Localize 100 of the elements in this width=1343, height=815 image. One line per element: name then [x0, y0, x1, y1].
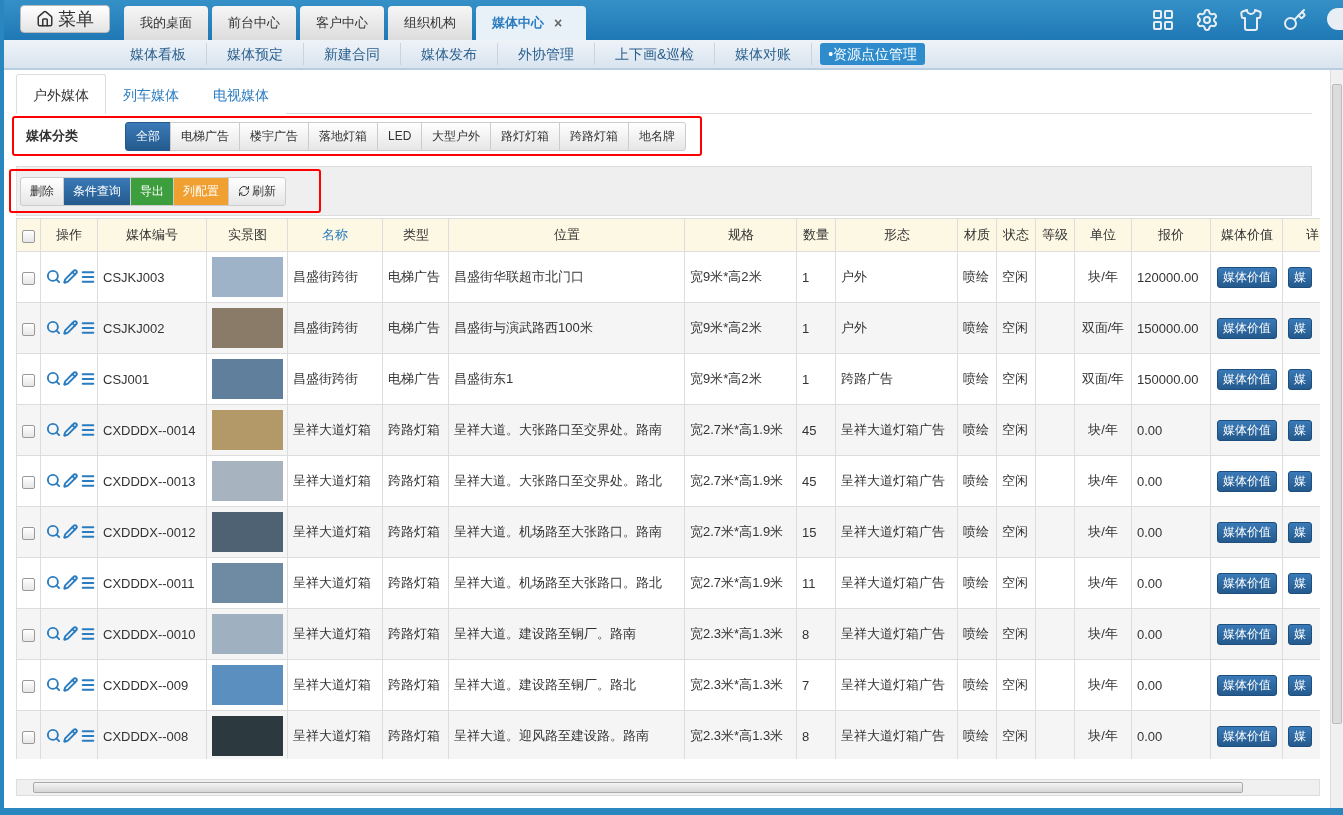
pencil-icon[interactable]: [63, 473, 78, 489]
checkbox[interactable]: [22, 730, 35, 744]
menu-button[interactable]: 菜单: [20, 5, 110, 33]
detail-button[interactable]: 媒: [1288, 623, 1312, 645]
detail-button[interactable]: 媒: [1288, 266, 1312, 288]
checkbox[interactable]: [22, 526, 35, 540]
search-icon[interactable]: [46, 677, 61, 693]
toolbar-button[interactable]: 导出: [130, 176, 174, 206]
menu-icon[interactable]: [80, 269, 96, 286]
menu-icon[interactable]: [80, 473, 96, 490]
category-button[interactable]: LED: [377, 121, 423, 151]
checkbox[interactable]: [22, 322, 35, 336]
media-value-button[interactable]: 媒体价值: [1216, 419, 1277, 441]
menu-icon[interactable]: [80, 371, 96, 388]
pencil-icon[interactable]: [63, 422, 78, 438]
menu-icon[interactable]: [80, 728, 96, 745]
sub-nav-item[interactable]: 媒体对账: [715, 43, 813, 65]
search-icon[interactable]: [46, 320, 61, 336]
toolbar-button[interactable]: 条件查询: [63, 176, 131, 206]
media-value-button[interactable]: 媒体价值: [1216, 266, 1277, 288]
sub-nav-item[interactable]: 媒体发布: [401, 43, 498, 65]
sub-nav-item[interactable]: 外协管理: [498, 43, 595, 65]
nav-tab[interactable]: 组织机构: [388, 6, 472, 40]
media-value-button[interactable]: 媒体价值: [1216, 572, 1277, 594]
pencil-icon[interactable]: [63, 269, 78, 285]
menu-icon[interactable]: [80, 320, 96, 337]
menu-icon[interactable]: [80, 524, 96, 541]
pencil-icon[interactable]: [63, 728, 78, 744]
detail-button[interactable]: 媒: [1288, 419, 1312, 441]
media-tab[interactable]: 户外媒体: [16, 74, 106, 114]
category-button[interactable]: 跨路灯箱: [559, 121, 630, 151]
nav-tab[interactable]: 前台中心: [212, 6, 296, 40]
sub-nav-item[interactable]: 新建合同: [304, 43, 401, 65]
grid-icon[interactable]: [1151, 8, 1175, 32]
checkbox[interactable]: [22, 424, 35, 438]
category-button[interactable]: 落地灯箱: [308, 121, 378, 151]
toolbar-button[interactable]: 删除: [20, 176, 64, 206]
detail-button[interactable]: 媒: [1288, 674, 1312, 696]
menu-icon[interactable]: [80, 626, 96, 643]
nav-tab[interactable]: 我的桌面: [124, 6, 208, 40]
media-value-button[interactable]: 媒体价值: [1216, 368, 1277, 390]
search-icon[interactable]: [46, 422, 61, 438]
search-icon[interactable]: [46, 728, 61, 744]
category-button[interactable]: 路灯灯箱: [490, 121, 561, 151]
detail-button[interactable]: 媒: [1288, 521, 1312, 543]
search-icon[interactable]: [46, 371, 61, 387]
checkbox[interactable]: [22, 373, 35, 387]
search-icon[interactable]: [46, 473, 61, 489]
settings-icon[interactable]: [1195, 8, 1219, 32]
detail-button[interactable]: 媒: [1288, 572, 1312, 594]
photo-placeholder: [212, 461, 283, 501]
sub-nav-item[interactable]: 媒体看板: [110, 43, 207, 65]
pencil-icon[interactable]: [63, 524, 78, 540]
checkbox[interactable]: [22, 475, 35, 489]
shirt-icon[interactable]: [1239, 8, 1263, 32]
media-value-button[interactable]: 媒体价值: [1216, 725, 1277, 747]
detail-button[interactable]: 媒: [1288, 317, 1312, 339]
menu-icon[interactable]: [80, 575, 96, 592]
sub-nav-item[interactable]: 媒体预定: [207, 43, 304, 65]
detail-button[interactable]: 媒: [1288, 368, 1312, 390]
category-button[interactable]: 地名牌: [628, 121, 687, 151]
search-icon[interactable]: [46, 575, 61, 591]
detail-button[interactable]: 媒: [1288, 725, 1312, 747]
toolbar-button[interactable]: 刷新: [228, 176, 286, 206]
sub-nav-item[interactable]: •资源点位管理: [820, 43, 926, 65]
sub-nav-item[interactable]: 上下画&巡检: [595, 43, 716, 65]
media-value-button[interactable]: 媒体价值: [1216, 623, 1277, 645]
media-value-button[interactable]: 媒体价值: [1216, 674, 1277, 696]
checkbox[interactable]: [22, 628, 35, 642]
pencil-icon[interactable]: [63, 371, 78, 387]
media-value-button[interactable]: 媒体价值: [1216, 470, 1277, 492]
category-button[interactable]: 电梯广告: [170, 121, 240, 151]
checkbox[interactable]: [22, 271, 35, 285]
media-value-button[interactable]: 媒体价值: [1216, 317, 1277, 339]
pencil-icon[interactable]: [63, 575, 78, 591]
vertical-scrollbar[interactable]: [1330, 70, 1343, 808]
detail-button[interactable]: 媒: [1288, 470, 1312, 492]
nav-tab[interactable]: 客户中心: [300, 6, 384, 40]
table-cell: CSJ001: [97, 353, 207, 405]
menu-icon[interactable]: [80, 677, 96, 694]
search-icon[interactable]: [46, 524, 61, 540]
category-button[interactable]: 全部: [125, 121, 171, 151]
checkbox[interactable]: [22, 229, 35, 243]
pencil-icon[interactable]: [63, 626, 78, 642]
category-button[interactable]: 楼宇广告: [239, 121, 309, 151]
column-header[interactable]: 名称: [287, 218, 383, 252]
media-value-button[interactable]: 媒体价值: [1216, 521, 1277, 543]
checkbox[interactable]: [22, 577, 35, 591]
table-cell: 电梯广告: [382, 251, 449, 303]
checkbox[interactable]: [22, 679, 35, 693]
key-icon[interactable]: [1283, 8, 1307, 32]
close-button[interactable]: ×: [554, 15, 563, 31]
menu-icon[interactable]: [80, 422, 96, 439]
nav-tab[interactable]: 媒体中心 ×: [476, 6, 586, 40]
horizontal-scrollbar[interactable]: [16, 779, 1320, 796]
category-button[interactable]: 大型户外: [421, 121, 492, 151]
pencil-icon[interactable]: [63, 320, 78, 336]
search-icon[interactable]: [46, 626, 61, 642]
search-icon[interactable]: [46, 269, 61, 285]
pencil-icon[interactable]: [63, 677, 78, 693]
